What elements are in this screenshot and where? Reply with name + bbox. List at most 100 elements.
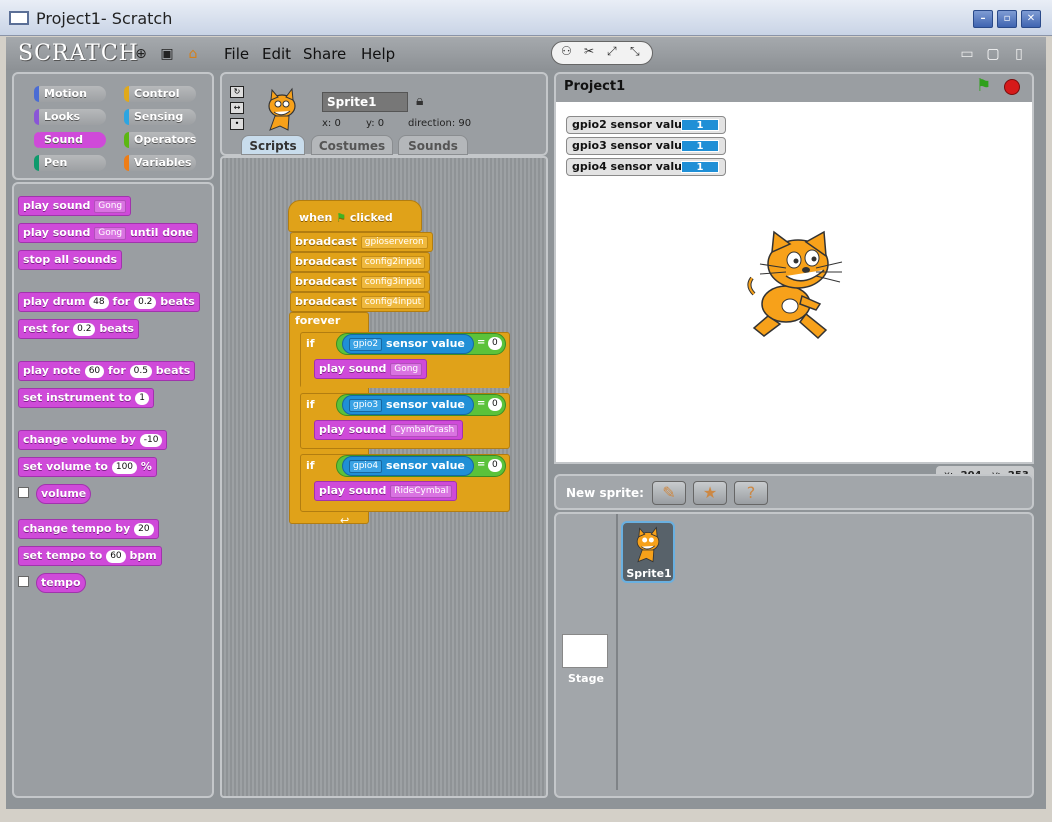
pen-color-icon: [34, 155, 39, 171]
menu-file[interactable]: File: [224, 45, 249, 63]
maximize-button[interactable]: ▫: [997, 10, 1017, 28]
equals-sign: =: [477, 398, 486, 409]
monitor-gpio2[interactable]: gpio2 sensor value 1: [566, 116, 726, 134]
equals-sign: =: [477, 459, 486, 470]
compare-value[interactable]: 0: [488, 398, 502, 411]
minimize-button[interactable]: –: [973, 10, 993, 28]
sprite-direction: direction: 90: [408, 118, 472, 129]
tab-sounds[interactable]: Sounds: [398, 135, 468, 155]
when-flag-clicked-hat[interactable]: when ⚑ clicked: [288, 200, 422, 232]
small-stage-icon[interactable]: ▭: [958, 45, 976, 63]
block-set-instrument[interactable]: set instrument to 1: [18, 388, 154, 408]
block-change-tempo[interactable]: change tempo by 20: [18, 519, 159, 539]
volume-monitor-checkbox[interactable]: [18, 487, 29, 498]
menu-share[interactable]: Share: [303, 45, 346, 63]
variables-color-icon: [124, 155, 129, 171]
sprite-name-field[interactable]: Sprite1: [322, 92, 408, 112]
close-button[interactable]: ✕: [1021, 10, 1041, 28]
broadcast-block[interactable]: broadcast config2input: [290, 252, 431, 272]
motion-color-icon: [34, 86, 39, 102]
normal-stage-icon[interactable]: ▢: [984, 45, 1002, 63]
block-play-sound[interactable]: play sound Gong: [18, 196, 132, 216]
save-disk-icon[interactable]: ▣: [158, 45, 176, 63]
share-project-icon[interactable]: ⌂: [184, 45, 202, 63]
play-sound-block[interactable]: play sound CymbalCrash: [314, 420, 464, 440]
category-panel: Motion Control Looks Sensing Sound Opera…: [12, 72, 214, 180]
stage-thumbnail[interactable]: [562, 634, 608, 668]
category-pen[interactable]: Pen: [34, 155, 106, 171]
if-label: if: [306, 337, 315, 350]
duplicate-tool-icon[interactable]: ⚇: [561, 44, 572, 58]
language-globe-icon[interactable]: ⊕: [132, 45, 150, 63]
stage-label: Stage: [568, 672, 604, 685]
block-tempo-reporter[interactable]: tempo: [36, 573, 86, 593]
sensor-value-reporter[interactable]: gpio4 sensor value: [342, 456, 474, 476]
sprite-thumbnail-icon: [268, 87, 296, 131]
block-set-volume[interactable]: set volume to 100 %: [18, 457, 157, 477]
control-color-icon: [124, 86, 129, 102]
looks-color-icon: [34, 109, 39, 125]
stop-button[interactable]: [1004, 79, 1020, 95]
category-sound[interactable]: Sound: [34, 132, 106, 148]
scratch-logo: SCRATCH: [18, 41, 139, 66]
play-sound-block[interactable]: play sound RideCymbal: [314, 481, 458, 501]
rotate-style-icon[interactable]: ↻: [230, 86, 244, 98]
broadcast-block[interactable]: broadcast config3input: [290, 272, 431, 292]
category-motion[interactable]: Motion: [34, 86, 106, 102]
block-volume-reporter[interactable]: volume: [36, 484, 92, 504]
delete-tool-icon[interactable]: ✂: [584, 44, 594, 58]
sensor-value-reporter[interactable]: gpio2 sensor value: [342, 334, 474, 354]
monitor-gpio3[interactable]: gpio3 sensor value 1: [566, 137, 726, 155]
monitor-gpio4[interactable]: gpio4 sensor value 1: [566, 158, 726, 176]
category-looks[interactable]: Looks: [34, 109, 106, 125]
lock-icon[interactable]: 🔒︎: [416, 93, 423, 109]
no-rotate-icon[interactable]: •: [230, 118, 244, 130]
equals-sign: =: [477, 337, 486, 348]
tempo-monitor-checkbox[interactable]: [18, 576, 29, 587]
project-title: Project1: [564, 79, 626, 94]
compare-value[interactable]: 0: [488, 337, 502, 350]
block-play-drum[interactable]: play drum 48 for 0.2 beats: [18, 292, 200, 312]
green-flag-icon: ⚑: [336, 211, 347, 224]
sensing-color-icon: [124, 109, 129, 125]
green-flag-button[interactable]: ⚑: [976, 76, 991, 96]
block-palette: play sound Gong play sound Gong until do…: [12, 182, 214, 798]
play-sound-block[interactable]: play sound Gong: [314, 359, 428, 379]
cat-sprite-icon[interactable]: [746, 230, 850, 340]
block-stop-all-sounds[interactable]: stop all sounds: [18, 250, 123, 270]
block-set-tempo[interactable]: set tempo to 60 bpm: [18, 546, 162, 566]
category-variables[interactable]: Variables: [124, 155, 196, 171]
broadcast-block[interactable]: broadcast gpioserveron: [290, 232, 433, 252]
tab-scripts[interactable]: Scripts: [241, 135, 305, 155]
block-play-sound-until-done[interactable]: play sound Gong until done: [18, 223, 198, 243]
broadcast-block[interactable]: broadcast config4input: [290, 292, 431, 312]
loop-arrow-icon: ↩: [340, 514, 350, 527]
tab-costumes[interactable]: Costumes: [311, 135, 393, 155]
menubar: SCRATCH ⊕ ▣ ⌂ File Edit Share Help ⚇ ✂ ⤢…: [6, 37, 1046, 70]
surprise-sprite-icon[interactable]: ?: [734, 481, 768, 505]
cursor-tools: ⚇ ✂ ⤢ ⤡: [551, 41, 653, 65]
stage[interactable]: [554, 102, 1034, 464]
paint-new-sprite-icon[interactable]: ✎: [652, 481, 686, 505]
sprite1-thumbnail[interactable]: Sprite1: [621, 521, 675, 583]
shrink-tool-icon[interactable]: ⤡: [630, 44, 640, 59]
grow-tool-icon[interactable]: ⤢: [607, 44, 617, 59]
presentation-mode-icon[interactable]: ▯: [1010, 45, 1028, 63]
block-play-note[interactable]: play note 60 for 0.5 beats: [18, 361, 196, 381]
flip-style-icon[interactable]: ↔: [230, 102, 244, 114]
sprite1-cat-icon: [636, 526, 660, 563]
block-rest-for[interactable]: rest for 0.2 beats: [18, 319, 139, 339]
menu-edit[interactable]: Edit: [262, 45, 291, 63]
category-operators[interactable]: Operators: [124, 132, 196, 148]
block-change-volume[interactable]: change volume by -10: [18, 430, 168, 450]
menu-help[interactable]: Help: [361, 45, 395, 63]
sprite-x: x: 0: [322, 118, 341, 129]
sensor-value-reporter[interactable]: gpio3 sensor value: [342, 395, 474, 415]
category-control[interactable]: Control: [124, 86, 196, 102]
category-sensing[interactable]: Sensing: [124, 109, 196, 125]
forever-label: forever: [295, 314, 341, 327]
sprite-list-panel: Stage Sprite1: [554, 512, 1034, 798]
compare-value[interactable]: 0: [488, 459, 502, 472]
window-icon: [9, 11, 29, 25]
choose-sprite-file-icon[interactable]: ★: [693, 481, 727, 505]
